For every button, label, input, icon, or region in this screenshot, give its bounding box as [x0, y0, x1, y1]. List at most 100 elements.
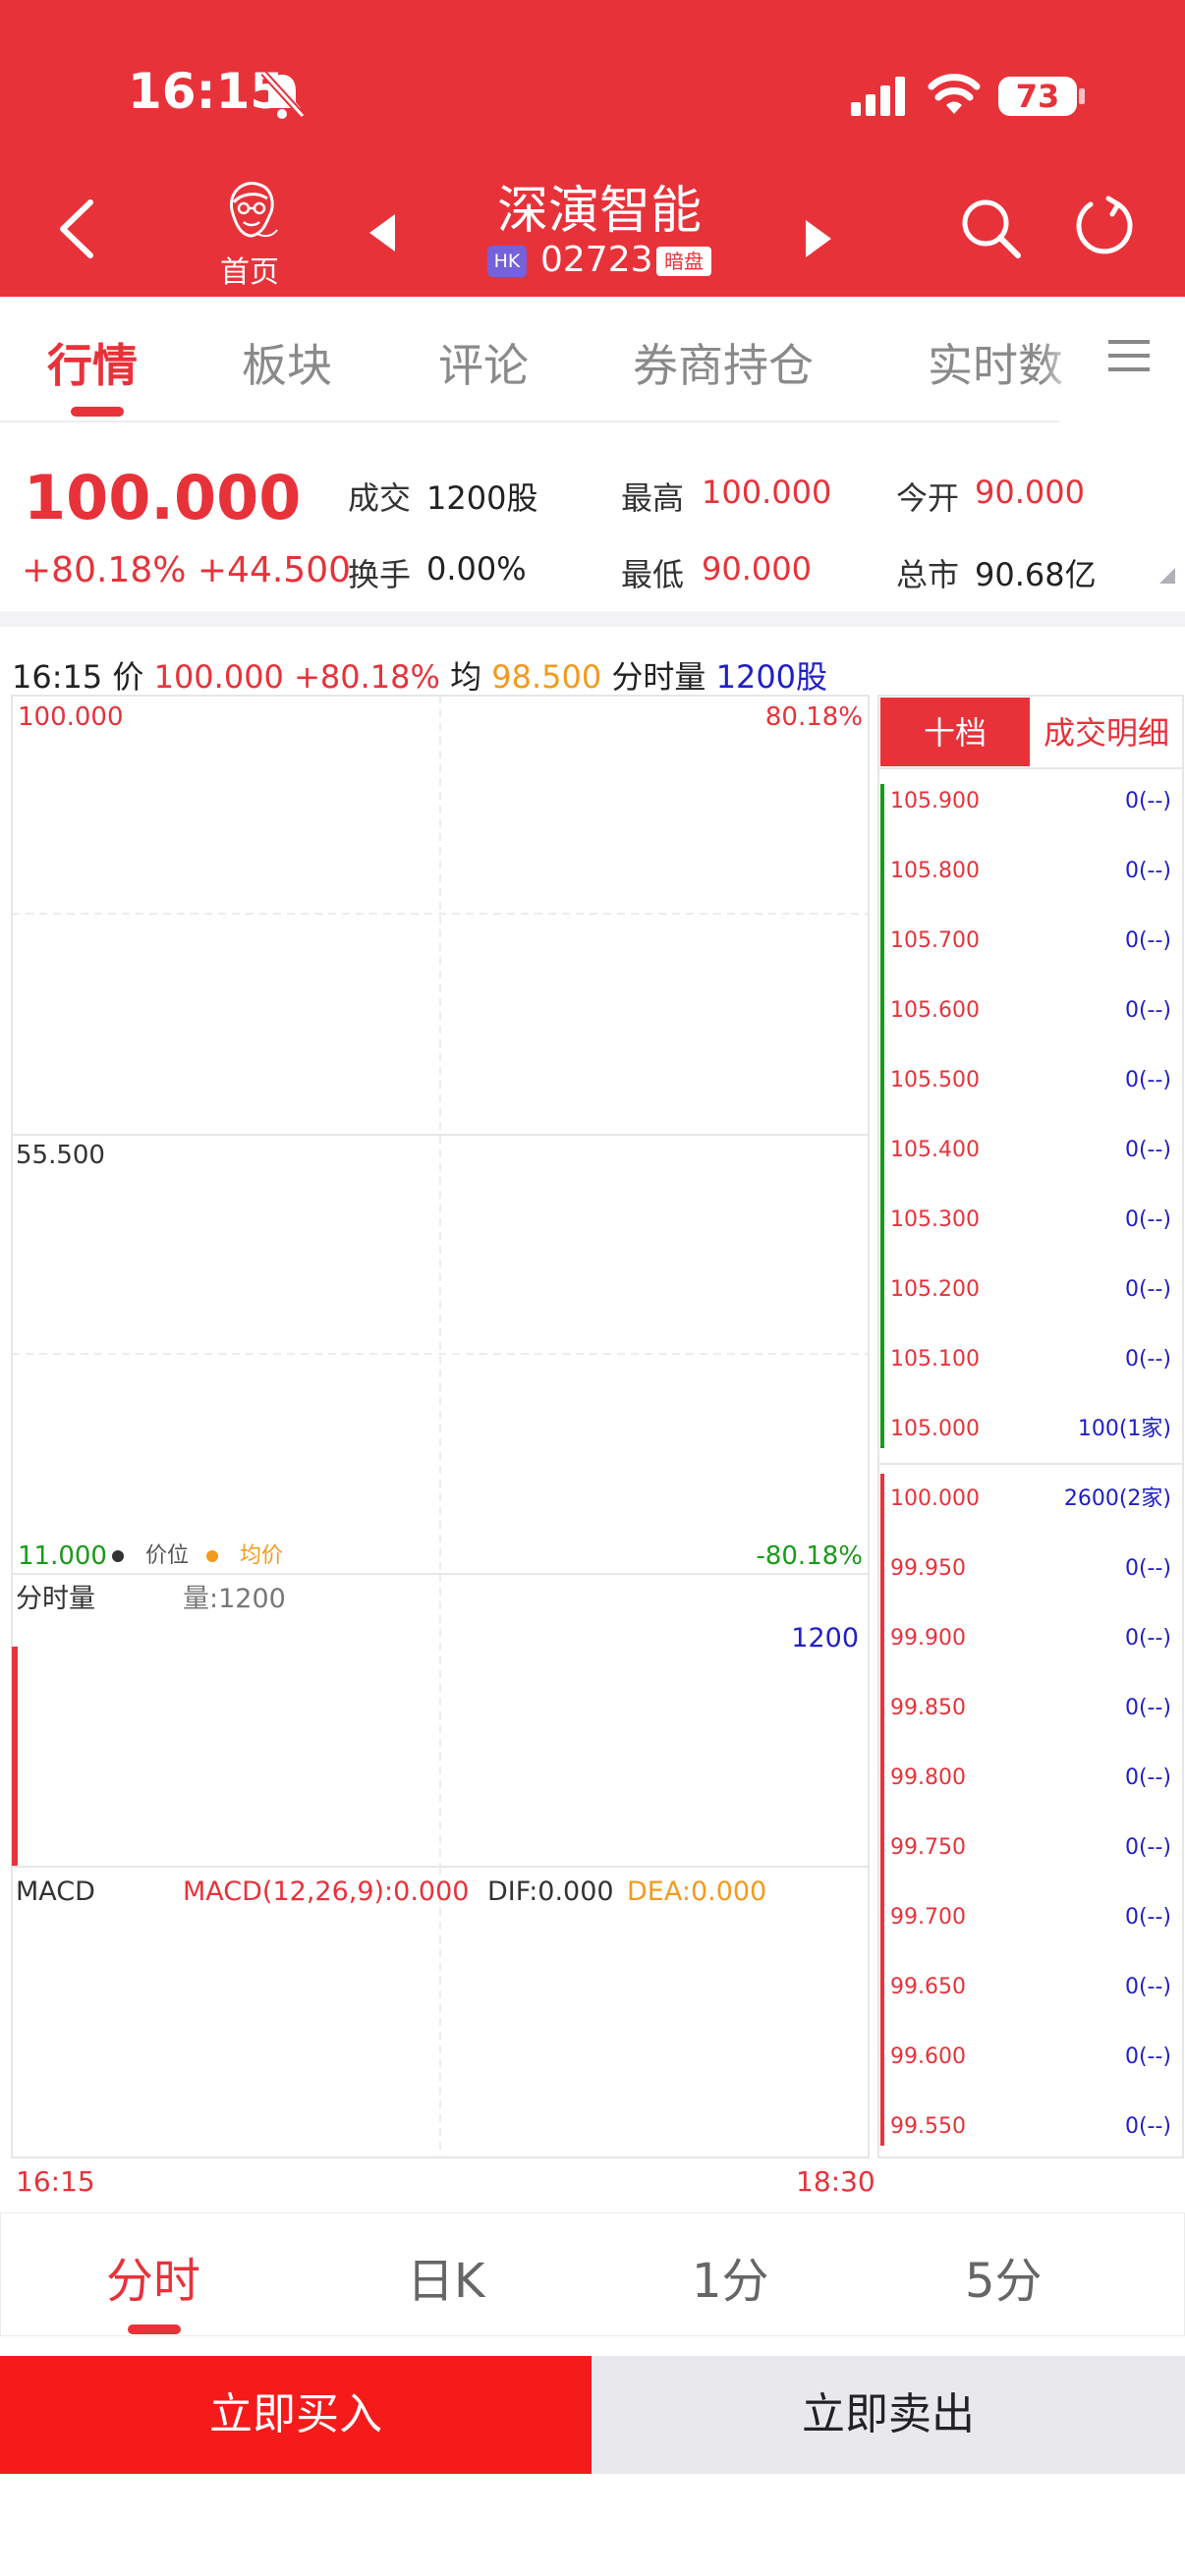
prev-stock-arrow-icon[interactable] [367, 212, 397, 253]
ask-price-8: 105.100 [890, 1347, 980, 1372]
battery-tip [1079, 88, 1085, 104]
tab-depth[interactable]: 十档 [924, 714, 987, 752]
ask-price-0: 105.900 [890, 789, 980, 813]
tab-quote[interactable]: 行情 [47, 330, 138, 395]
avg-legend-label: 均价 [240, 1543, 283, 1568]
ask-price-2: 105.700 [890, 928, 980, 953]
price-change: +80.18% +44.500 [22, 550, 352, 590]
bid-price-7: 99.650 [890, 1975, 966, 1999]
bid-price-3: 99.850 [890, 1696, 966, 1720]
signal-icon [851, 77, 905, 116]
back-arrow-icon[interactable] [55, 196, 98, 261]
bid-price-6: 99.700 [890, 1905, 966, 1930]
ask-qty-3: 0(--) [1125, 998, 1171, 1023]
macd-dif: DIF:0.000 [487, 1876, 614, 1907]
ask-price-4: 105.500 [890, 1068, 980, 1092]
bid-qty-6: 0(--) [1125, 1905, 1171, 1930]
volume-label: 成交 [348, 479, 412, 517]
bid-qty-8: 0(--) [1125, 2044, 1171, 2069]
bid-price-4: 99.800 [890, 1765, 966, 1790]
tab-broker-holdings[interactable]: 券商持仓 [633, 330, 814, 395]
search-icon[interactable] [959, 196, 1022, 259]
price-legend-dot [112, 1550, 124, 1562]
tab-sector[interactable]: 板块 [242, 330, 332, 395]
turnover-label: 换手 [348, 556, 412, 593]
bid-qty-4: 0(--) [1125, 1765, 1171, 1790]
current-price: 100.000 [24, 462, 302, 533]
period-active-indicator [128, 2324, 181, 2334]
tab-active-indicator [71, 407, 124, 417]
volume-title: 分时量 [16, 1584, 95, 1614]
ask-price-5: 105.400 [890, 1138, 980, 1162]
macd-title: MACD [16, 1876, 95, 1907]
sell-button[interactable]: 立即卖出 [592, 2356, 1185, 2474]
market-cap-label: 总市 [896, 556, 960, 593]
ask-qty-9: 100(1家) [1078, 1417, 1171, 1441]
low-label: 最低 [621, 556, 685, 593]
y-axis-bottom: 11.000 [18, 1541, 107, 1571]
ask-price-6: 105.300 [890, 1207, 980, 1232]
home-label[interactable]: 首页 [210, 248, 289, 291]
price-legend-label: 价位 [145, 1543, 189, 1568]
volume-bar [12, 1647, 18, 1867]
ask-price-1: 105.800 [890, 859, 980, 883]
next-stock-arrow-icon[interactable] [804, 218, 833, 259]
volume-text: 量:1200 [183, 1584, 286, 1614]
open-label: 今开 [896, 479, 960, 517]
refresh-icon[interactable] [1073, 195, 1136, 257]
stock-name: 深演智能 [496, 182, 702, 241]
section-separator [0, 611, 1185, 627]
market-cap-value: 90.68亿 [975, 556, 1097, 593]
open-value: 90.000 [975, 474, 1085, 511]
period-daily-k[interactable]: 日K [407, 2242, 484, 2311]
ask-qty-1: 0(--) [1125, 859, 1171, 883]
period-5min[interactable]: 5分 [965, 2242, 1043, 2311]
ask-qty-5: 0(--) [1125, 1138, 1171, 1162]
bid-price-9: 99.550 [890, 2114, 966, 2139]
bid-qty-5: 0(--) [1125, 1835, 1171, 1860]
bid-qty-9: 0(--) [1125, 2114, 1171, 2139]
volume-value: 1200股 [426, 479, 538, 517]
ask-qty-7: 0(--) [1125, 1277, 1171, 1302]
pct-axis-bottom: -80.18% [756, 1541, 863, 1571]
bid-qty-3: 0(--) [1125, 1696, 1171, 1720]
volume-max: 1200 [791, 1623, 859, 1653]
macd-params: MACD(12,26,9):0.000 [183, 1876, 469, 1907]
high-label: 最高 [621, 479, 685, 517]
menu-icon[interactable] [1108, 338, 1150, 373]
intraday-chart[interactable]: 100.000 80.18% 55.500 11.000 -80.18% 价位 … [0, 688, 1185, 2211]
bid-qty-1: 0(--) [1125, 1556, 1171, 1581]
time-axis-start: 16:15 [16, 2165, 95, 2198]
high-value: 100.000 [702, 474, 832, 511]
ask-price-7: 105.200 [890, 1277, 980, 1302]
period-intraday[interactable]: 分时 [106, 2242, 200, 2311]
period-1min[interactable]: 1分 [692, 2242, 769, 2311]
expand-triangle-icon[interactable] [1159, 568, 1175, 584]
avg-legend-dot [206, 1550, 218, 1562]
ask-qty-2: 0(--) [1125, 928, 1171, 953]
time-axis-end: 18:30 [796, 2165, 875, 2198]
ask-qty-8: 0(--) [1125, 1347, 1171, 1372]
ask-price-9: 105.000 [890, 1417, 980, 1441]
turnover-value: 0.00% [426, 550, 527, 588]
buy-button[interactable]: 立即买入 [0, 2356, 592, 2474]
bell-muted-icon [260, 70, 306, 119]
dark-pool-badge: 暗盘 [656, 247, 711, 276]
bid-price-0: 100.000 [890, 1486, 980, 1511]
tab-trades[interactable]: 成交明细 [1044, 714, 1169, 752]
bid-price-1: 99.950 [890, 1556, 966, 1581]
tab-fade [1042, 301, 1081, 417]
home-avatar-icon[interactable] [218, 177, 283, 244]
tab-comments[interactable]: 评论 [438, 330, 529, 395]
ask-qty-4: 0(--) [1125, 1068, 1171, 1092]
ask-qty-0: 0(--) [1125, 789, 1171, 813]
battery-indicator: 73 [998, 77, 1077, 116]
bid-qty-0: 2600(2家) [1064, 1486, 1171, 1511]
ask-qty-6: 0(--) [1125, 1207, 1171, 1232]
low-value: 90.000 [702, 550, 812, 588]
ask-side-bar [880, 784, 884, 1448]
bid-price-5: 99.750 [890, 1835, 966, 1860]
y-axis-mid: 55.500 [16, 1141, 105, 1170]
wifi-icon [928, 74, 981, 114]
bid-price-8: 99.600 [890, 2044, 966, 2069]
